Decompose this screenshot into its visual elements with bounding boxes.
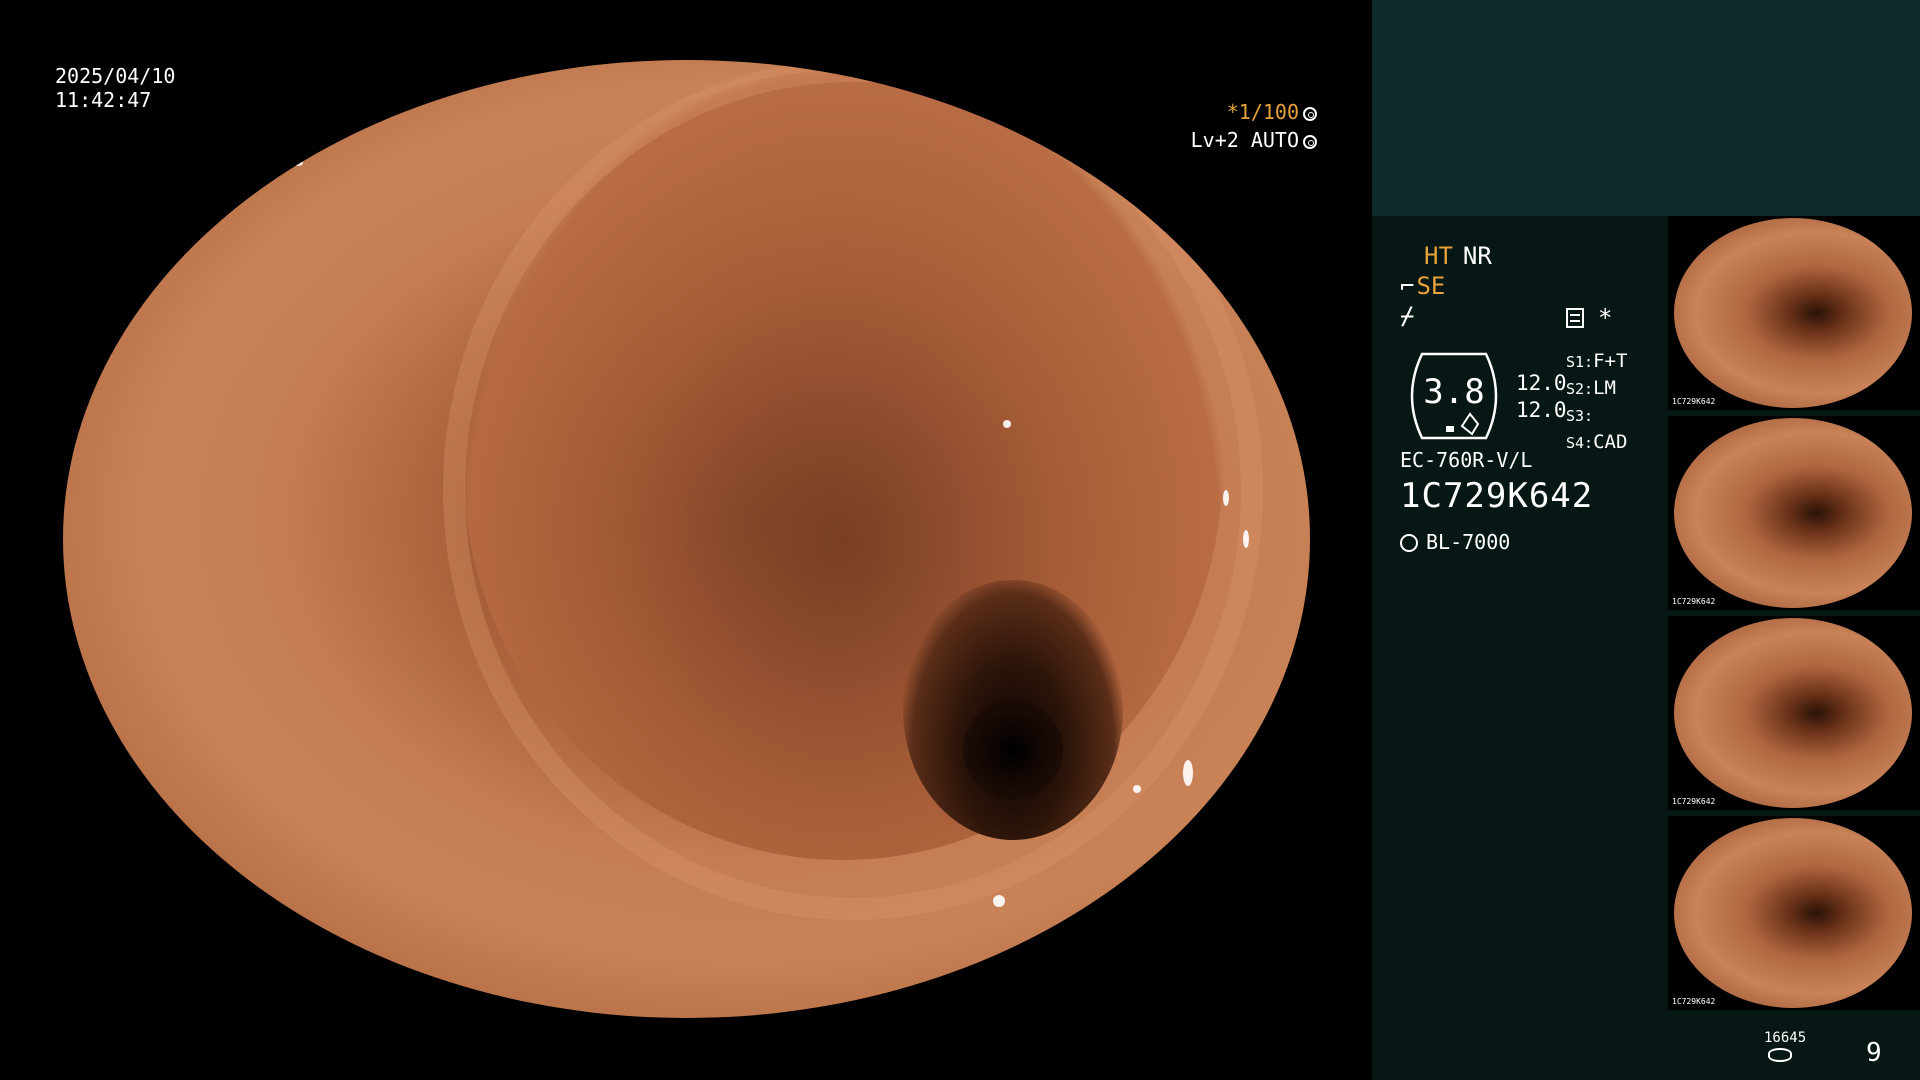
light-source-row: BL-7000 (1400, 530, 1510, 554)
exposure-overlay: *1/100 Lv+2 AUTO (1191, 98, 1317, 154)
thumbnail-label: 1C729K642 (1672, 397, 1716, 406)
capture-thumbnail[interactable]: 1C729K642 (1668, 416, 1920, 610)
specular-highlight (1243, 530, 1249, 548)
thumbnail-image (1674, 418, 1912, 608)
mode-nr: NR (1462, 242, 1492, 270)
capture-thumbnail[interactable]: 1C729K642 (1668, 816, 1920, 1010)
gauge-number: 12.0 (1516, 371, 1567, 395)
auto-iris-icon (1303, 135, 1317, 149)
view-crop-bottom (0, 1018, 1372, 1080)
mode-ht: HT (1424, 242, 1453, 270)
panel-header-area (1372, 0, 1920, 216)
datetime-overlay: 2025/04/10 11:42:47 (55, 64, 175, 112)
star-indicator: * (1598, 304, 1613, 332)
specular-highlight (1223, 490, 1229, 506)
f-symbol-icon: ⌿ (1400, 302, 1415, 330)
slot-key: S1: (1566, 353, 1594, 371)
gauge-numbers: 12.0 12.0 (1516, 370, 1567, 424)
level-text: Lv+2 AUTO (1190, 128, 1299, 152)
aperture-icon (1303, 107, 1317, 121)
slot-key: S2: (1566, 380, 1594, 398)
specular-highlight (1003, 420, 1011, 428)
page-number: 9 (1866, 1038, 1882, 1068)
specular-highlight (1183, 760, 1193, 786)
endoscopy-screen: 2025/04/10 11:42:47 *1/100 Lv+2 AUTO HT N… (0, 0, 1920, 1080)
gauge-number: 12.0 (1516, 398, 1567, 422)
thumbnail-image (1674, 218, 1912, 408)
slot-row: S3: (1566, 402, 1627, 429)
scope-model: EC-760R-V/L (1400, 448, 1533, 472)
slot-row: S2:LM (1566, 375, 1627, 402)
capture-thumbnail[interactable]: 1C729K642 (1668, 616, 1920, 810)
specular-highlight (293, 160, 303, 166)
se-label: SE (1416, 272, 1446, 300)
mode-row: HT NR (1424, 242, 1492, 270)
thumbnail-label: 1C729K642 (1672, 597, 1716, 606)
thumbnail-image (1674, 818, 1912, 1008)
thumbnail-label: 1C729K642 (1672, 797, 1716, 806)
slot-row: S4:CAD (1566, 429, 1627, 456)
document-icon (1566, 308, 1584, 328)
storage-count: 16645 (1764, 1030, 1807, 1046)
date-text: 2025/04/10 (55, 64, 176, 88)
switch-slots: S1:F+T S2:LM S3: S4:CAD (1566, 348, 1627, 456)
gauge-value: 3.8 (1423, 372, 1485, 412)
lumen-deep (963, 700, 1063, 800)
slot-key: S3: (1566, 407, 1594, 425)
thumbnail-image (1674, 618, 1912, 808)
slot-row: S1:F+T (1566, 348, 1627, 375)
slot-value: F+T (1593, 350, 1628, 372)
slot-key: S4: (1566, 434, 1594, 452)
storage-icon (1768, 1048, 1792, 1062)
specular-highlight (993, 895, 1005, 907)
light-source-icon (1400, 534, 1418, 552)
scope-serial: 1C729K642 (1400, 476, 1594, 516)
shutter-text: *1/100 (1226, 100, 1299, 124)
endoscope-live-view (63, 60, 1310, 1018)
se-row: ⌐SE (1400, 272, 1445, 300)
specular-highlight (1133, 785, 1141, 793)
view-crop-top (0, 0, 1372, 60)
thumbnail-strip: 1C729K642 1C729K642 1C729K642 1C729K642 (1668, 216, 1920, 1016)
slot-value: LM (1593, 377, 1616, 399)
slot-value: CAD (1593, 431, 1628, 453)
time-text: 11:42:47 (55, 88, 152, 112)
light-source-text: BL-7000 (1426, 530, 1511, 554)
se-symbol-icon: ⌐ (1400, 272, 1415, 300)
thumbnail-label: 1C729K642 (1672, 997, 1716, 1006)
capture-thumbnail[interactable]: 1C729K642 (1668, 216, 1920, 410)
